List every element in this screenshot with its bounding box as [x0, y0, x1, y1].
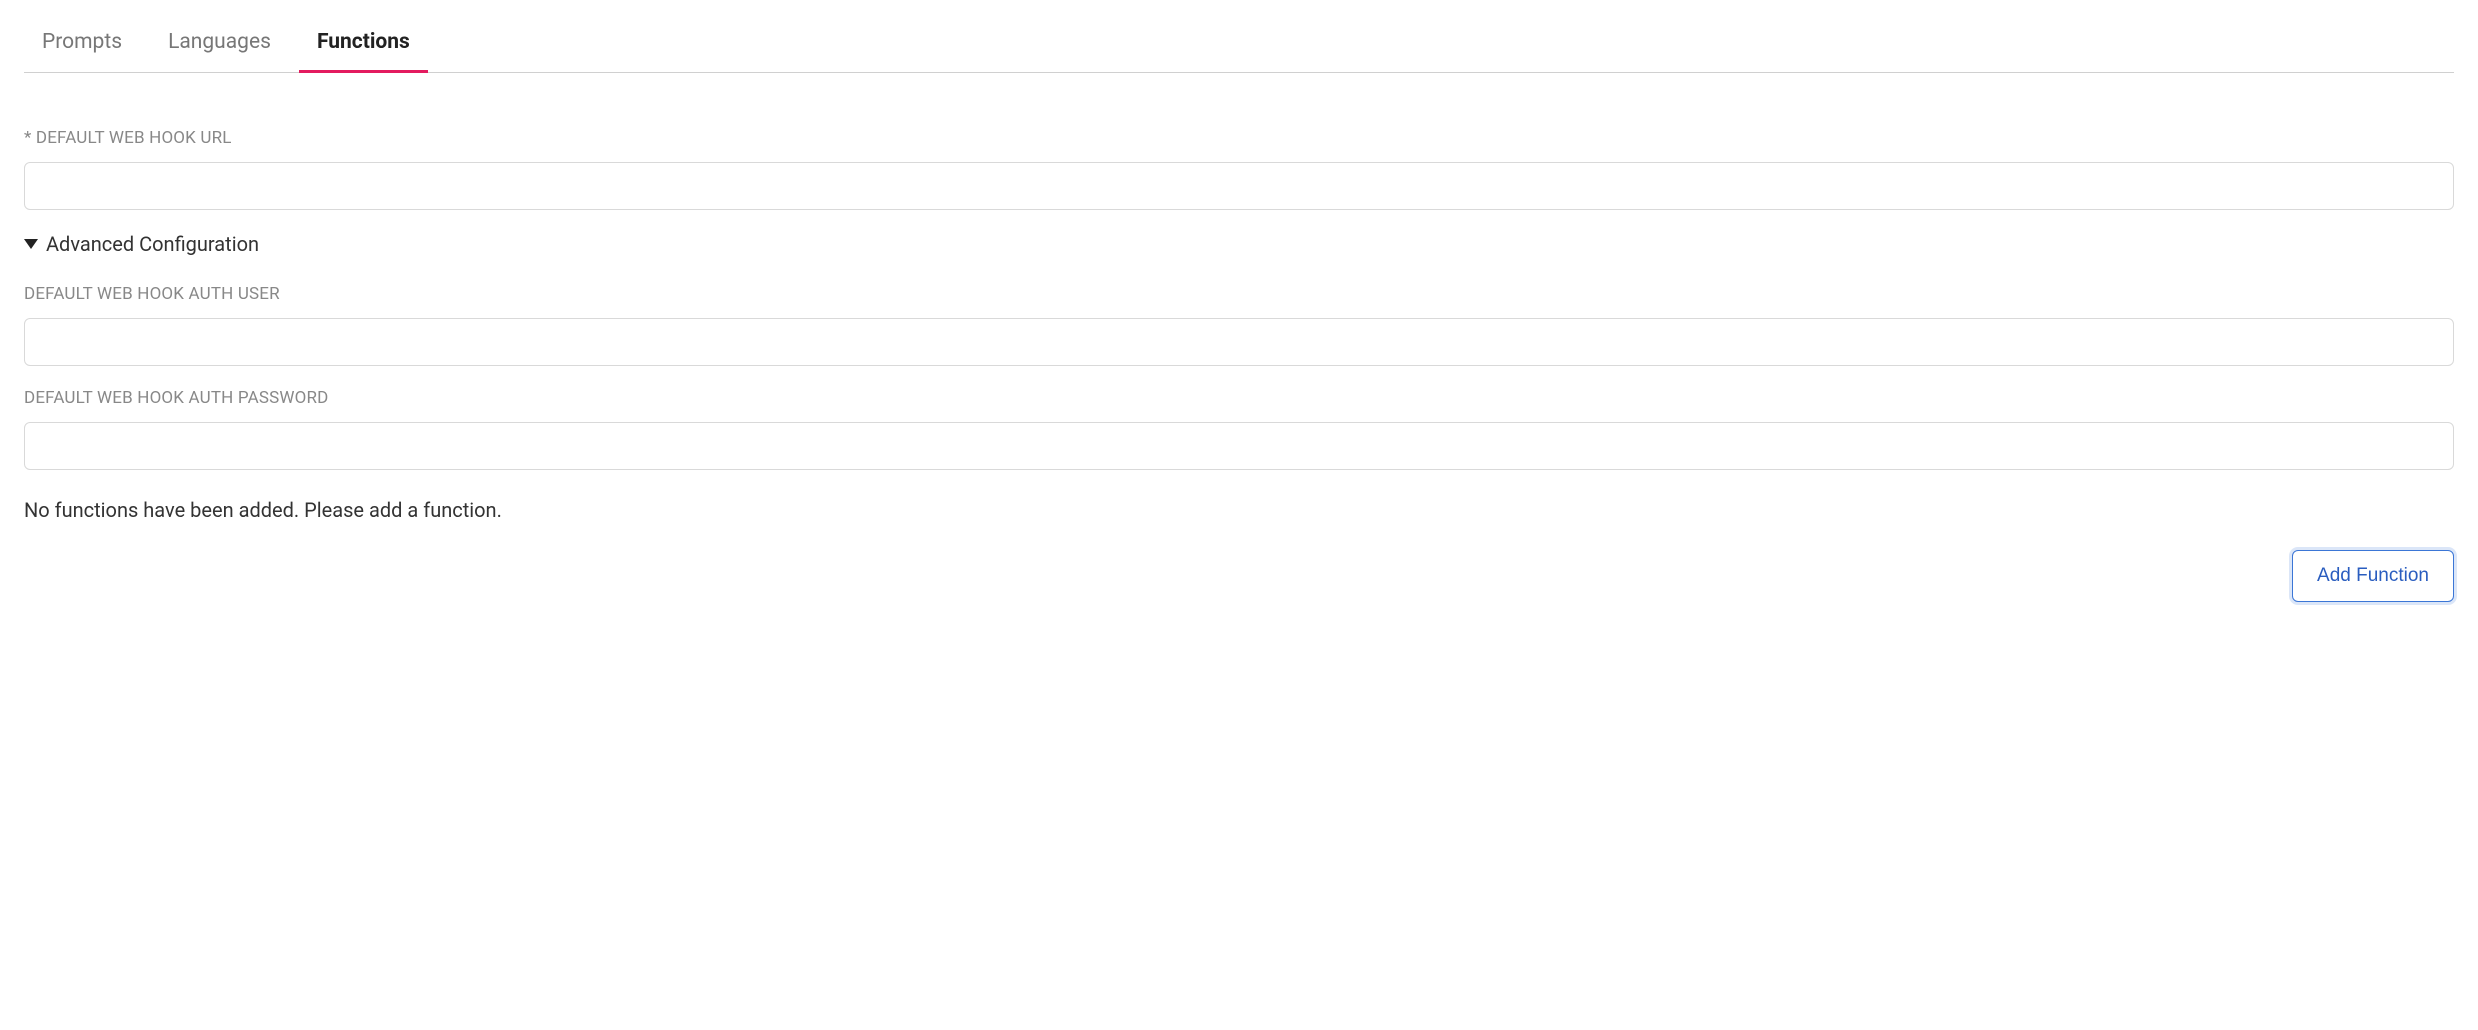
- add-function-button[interactable]: Add Function: [2292, 550, 2454, 602]
- auth-user-label: DEFAULT WEB HOOK AUTH USER: [24, 284, 2454, 304]
- webhook-url-group: * DEFAULT WEB HOOK URL: [24, 128, 2454, 210]
- auth-password-label: DEFAULT WEB HOOK AUTH PASSWORD: [24, 388, 2454, 408]
- tabs-bar: Prompts Languages Functions: [24, 18, 2454, 73]
- triangle-down-icon: [24, 239, 38, 249]
- tab-label: Prompts: [42, 30, 122, 54]
- button-row: Add Function: [24, 550, 2454, 602]
- empty-functions-message: No functions have been added. Please add…: [24, 498, 2454, 522]
- webhook-url-input[interactable]: [24, 162, 2454, 210]
- add-function-label: Add Function: [2317, 565, 2429, 586]
- auth-user-input[interactable]: [24, 318, 2454, 366]
- advanced-config-label: Advanced Configuration: [46, 232, 259, 256]
- auth-password-input[interactable]: [24, 422, 2454, 470]
- webhook-url-label: * DEFAULT WEB HOOK URL: [24, 128, 2454, 148]
- tab-label: Functions: [317, 30, 410, 54]
- auth-password-group: DEFAULT WEB HOOK AUTH PASSWORD: [24, 388, 2454, 470]
- advanced-config-toggle[interactable]: Advanced Configuration: [24, 232, 2454, 256]
- auth-user-group: DEFAULT WEB HOOK AUTH USER: [24, 284, 2454, 366]
- tab-prompts[interactable]: Prompts: [24, 18, 140, 72]
- tab-label: Languages: [168, 30, 271, 54]
- functions-panel: * DEFAULT WEB HOOK URL Advanced Configur…: [24, 73, 2454, 602]
- tab-languages[interactable]: Languages: [150, 18, 289, 72]
- tab-functions[interactable]: Functions: [299, 18, 428, 72]
